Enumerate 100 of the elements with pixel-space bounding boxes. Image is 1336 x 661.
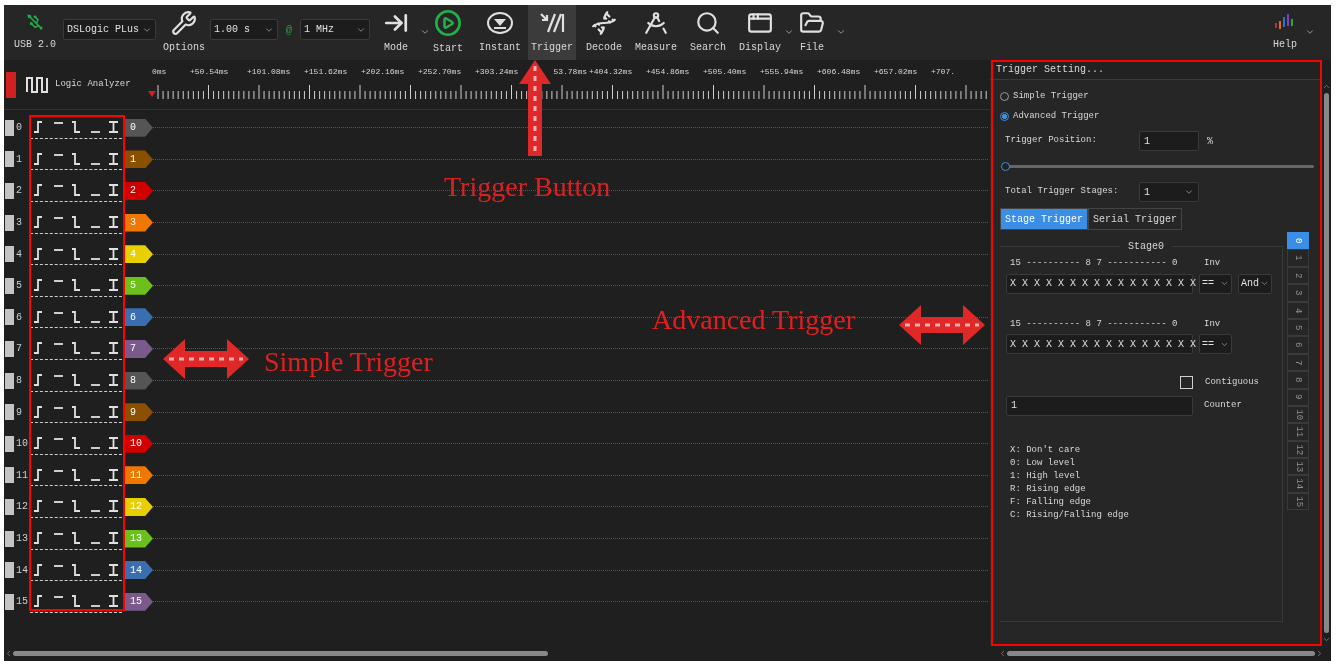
rising-edge-icon[interactable] — [33, 467, 45, 482]
scroll-down-icon[interactable] — [1322, 635, 1331, 644]
falling-edge-icon[interactable] — [70, 404, 82, 419]
stage-tab[interactable]: 11 — [1287, 423, 1309, 441]
falling-edge-icon[interactable] — [70, 467, 82, 482]
toolbar-button[interactable]: Measure — [632, 5, 680, 60]
channel-tag[interactable]: 9 — [125, 403, 153, 422]
any-edge-icon[interactable] — [107, 373, 119, 388]
rising-edge-icon[interactable] — [33, 562, 45, 577]
counter-field[interactable]: 1 — [1006, 395, 1193, 416]
rising-edge-icon[interactable] — [33, 499, 45, 514]
falling-edge-icon[interactable] — [70, 594, 82, 609]
falling-edge-icon[interactable] — [70, 183, 82, 198]
stage-tab[interactable]: 0 — [1287, 232, 1309, 250]
horizontal-scrollbar[interactable] — [998, 649, 1324, 658]
channel-tag[interactable]: 7 — [125, 339, 153, 358]
channel-handle[interactable] — [5, 246, 14, 263]
scroll-right-icon[interactable] — [1315, 649, 1324, 658]
channel-tag[interactable]: 2 — [125, 182, 153, 200]
rising-edge-icon[interactable] — [33, 151, 45, 166]
trigger-mode-radio[interactable]: Simple Trigger — [1000, 90, 1322, 104]
stage-tab[interactable]: 1 — [1287, 249, 1309, 267]
channel-handle[interactable] — [5, 309, 14, 326]
falling-edge-icon[interactable] — [70, 151, 82, 166]
toolbar-button[interactable]: Trigger — [528, 5, 576, 60]
duration-select[interactable]: 1.00 s — [210, 19, 278, 40]
falling-edge-icon[interactable] — [70, 436, 82, 451]
channel-handle[interactable] — [5, 183, 14, 199]
position-field[interactable]: 1 — [1139, 131, 1199, 151]
rising-edge-icon[interactable] — [33, 215, 45, 230]
channel-handle[interactable] — [5, 562, 14, 579]
falling-edge-icon[interactable] — [70, 341, 82, 356]
channel-handle[interactable] — [5, 372, 14, 389]
rising-edge-icon[interactable] — [33, 120, 45, 135]
any-edge-icon[interactable] — [107, 562, 119, 577]
any-edge-icon[interactable] — [107, 151, 119, 166]
rising-edge-icon[interactable] — [33, 531, 45, 545]
rising-edge-icon[interactable] — [33, 341, 45, 356]
falling-edge-icon[interactable] — [70, 499, 82, 514]
rising-edge-icon[interactable] — [33, 278, 45, 293]
stages-select[interactable]: 1 — [1139, 182, 1199, 202]
toolbar-button[interactable]: Display — [736, 5, 784, 60]
any-edge-icon[interactable] — [107, 467, 119, 482]
any-edge-icon[interactable] — [107, 436, 119, 451]
samplerate-select[interactable]: 1 MHz — [300, 19, 370, 40]
channel-tag[interactable]: 10 — [125, 434, 153, 453]
rising-edge-icon[interactable] — [33, 183, 45, 198]
channel-handle[interactable] — [5, 435, 14, 452]
channel-tag[interactable]: 0 — [125, 118, 153, 137]
stage-tab[interactable]: 13 — [1287, 458, 1309, 476]
channel-tag[interactable]: 14 — [125, 561, 153, 580]
scroll-left-icon[interactable] — [4, 649, 13, 658]
any-edge-icon[interactable] — [107, 120, 119, 135]
scroll-left-icon[interactable] — [998, 649, 1007, 658]
any-edge-icon[interactable] — [107, 341, 119, 356]
any-edge-icon[interactable] — [107, 309, 119, 324]
stage-tab[interactable]: 9 — [1287, 388, 1309, 406]
channel-handle[interactable] — [5, 498, 14, 515]
toolbar-button[interactable]: File — [788, 5, 836, 60]
channel-handle[interactable] — [5, 151, 14, 168]
falling-edge-icon[interactable] — [70, 562, 82, 577]
channel-handle[interactable] — [5, 119, 14, 136]
channel-tag[interactable]: 15 — [125, 592, 153, 611]
help-button[interactable]: Help — [1265, 5, 1305, 60]
rising-edge-icon[interactable] — [33, 404, 45, 419]
stage-tab[interactable]: 10 — [1287, 405, 1309, 424]
stage-tab[interactable]: 14 — [1287, 475, 1309, 493]
channel-handle[interactable] — [5, 530, 14, 547]
compare-select[interactable]: == — [1199, 334, 1232, 354]
toolbar-button[interactable]: Start — [424, 5, 472, 60]
scroll-up-icon[interactable] — [1322, 82, 1331, 91]
stage-tab[interactable]: 2 — [1287, 266, 1309, 285]
options-button[interactable]: Options — [162, 5, 206, 60]
channel-handle[interactable] — [5, 214, 14, 231]
compare-select[interactable]: == — [1199, 273, 1232, 294]
stage-tab[interactable]: 3 — [1287, 284, 1309, 302]
any-edge-icon[interactable] — [107, 594, 119, 609]
channel-tag[interactable]: 8 — [125, 371, 153, 390]
stage-tab[interactable]: 7 — [1287, 353, 1309, 372]
panel-tab[interactable]: Stage Trigger — [1000, 208, 1088, 230]
rising-edge-icon[interactable] — [33, 594, 45, 609]
position-slider[interactable] — [1002, 162, 1314, 171]
any-edge-icon[interactable] — [107, 278, 119, 293]
any-edge-icon[interactable] — [107, 531, 119, 545]
contiguous-checkbox[interactable]: Contiguous — [1180, 376, 1282, 390]
rising-edge-icon[interactable] — [33, 373, 45, 388]
device-select[interactable]: DSLogic PLus — [63, 19, 156, 40]
stage-tab[interactable]: 6 — [1287, 336, 1309, 354]
channel-handle[interactable] — [5, 593, 14, 610]
channel-handle[interactable] — [5, 467, 14, 484]
toolbar-button[interactable]: Mode — [372, 5, 420, 60]
any-edge-icon[interactable] — [107, 499, 119, 514]
falling-edge-icon[interactable] — [70, 531, 82, 545]
falling-edge-icon[interactable] — [70, 373, 82, 388]
channel-tag[interactable]: 6 — [125, 308, 153, 327]
toolbar-button[interactable]: Search — [684, 5, 732, 60]
rising-edge-icon[interactable] — [33, 246, 45, 261]
logic-select[interactable]: And — [1238, 273, 1272, 294]
falling-edge-icon[interactable] — [70, 120, 82, 135]
channel-handle[interactable] — [5, 404, 14, 421]
